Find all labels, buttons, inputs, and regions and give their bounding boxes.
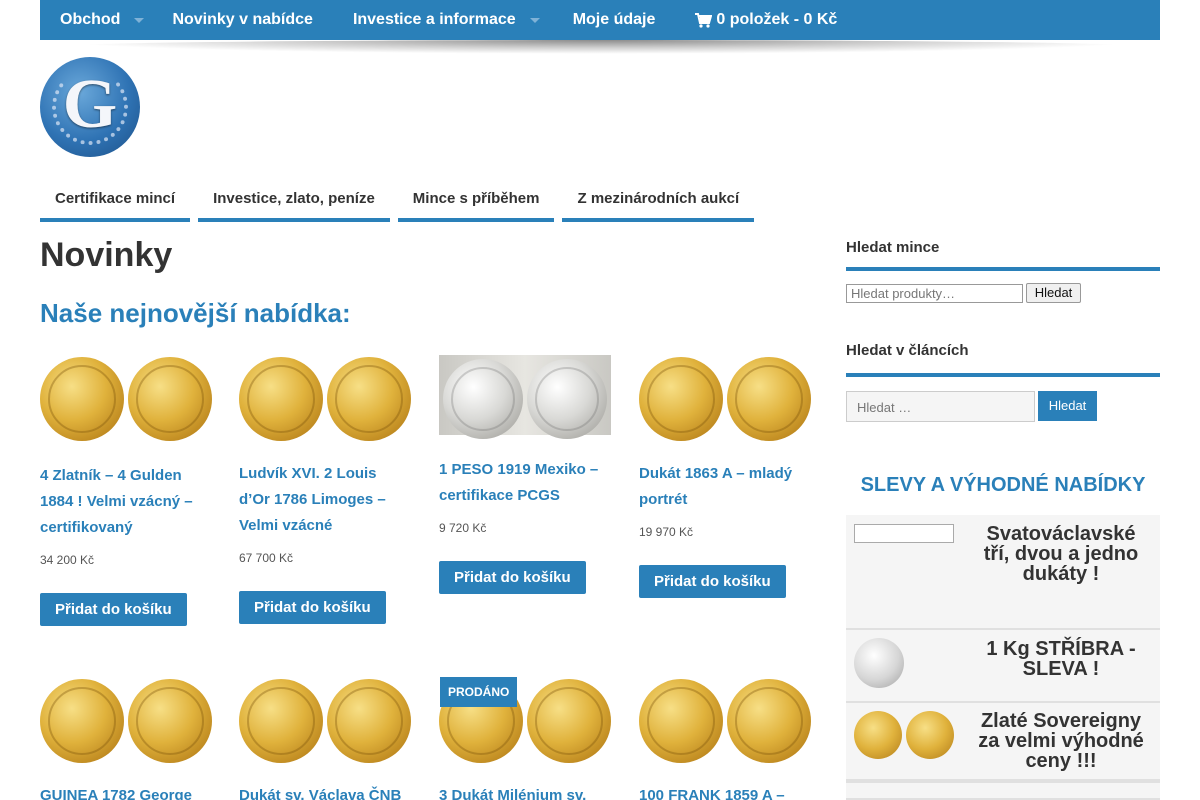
product-card: Dukát sv. Václava ČNB: [239, 677, 411, 800]
top-navigation: Obchod Novinky v nabídce Investice a inf…: [40, 0, 1160, 40]
product-price: 19 970 Kč: [639, 525, 694, 539]
product-price: 67 700 Kč: [239, 551, 294, 565]
deal-item[interactable]: Svatováclavské tří, dvou a jedno dukáty …: [846, 515, 1160, 630]
nav-item-shop[interactable]: Obchod: [60, 0, 145, 40]
product-card: Dukát 1863 A – mladý portrét 19 970 Kč P…: [639, 355, 811, 598]
coin-obverse: [239, 679, 323, 763]
product-image[interactable]: [239, 677, 411, 765]
deal-text: Zlaté Sovereigny za velmi výhodné ceny !…: [978, 710, 1144, 772]
category-navigation: Certifikace mincí Investice, zlato, pení…: [40, 180, 762, 222]
gold-sovereign-thumbnail: [854, 711, 954, 761]
product-image[interactable]: [239, 355, 411, 443]
widget-title-search-articles: Hledat v článcích: [846, 342, 969, 359]
product-name[interactable]: 100 FRANK 1859 A –: [639, 783, 811, 800]
cart-icon: [695, 12, 713, 28]
product-image[interactable]: [639, 355, 811, 443]
product-card: 1 PESO 1919 Mexiko – certifikace PCGS 9 …: [439, 355, 611, 594]
widget-divider: [846, 267, 1160, 271]
add-to-cart-button[interactable]: Přidat do košíku: [40, 593, 187, 626]
product-name[interactable]: Dukát sv. Václava ČNB: [239, 783, 411, 800]
product-name[interactable]: Dukát 1863 A – mladý portrét: [639, 461, 811, 513]
coin-reverse: [128, 357, 212, 441]
deals-title: SLEVY A VÝHODNÉ NABÍDKY: [860, 474, 1146, 496]
tab-coins-with-story[interactable]: Mince s příběhem: [397, 180, 555, 222]
article-search-button[interactable]: Hledat: [1038, 391, 1097, 421]
chevron-down-icon: [134, 17, 145, 23]
add-to-cart-button[interactable]: Přidat do košíku: [439, 561, 586, 594]
product-card: 4 Zlatník – 4 Gulden 1884 ! Velmi vzácný…: [40, 355, 212, 626]
tab-investment[interactable]: Investice, zlato, peníze: [198, 180, 390, 222]
widget-title-search-coins: Hledat mince: [846, 239, 940, 256]
nav-item-investment[interactable]: Investice a informace: [353, 0, 540, 40]
product-name[interactable]: 3 Dukát Milénium sv.: [439, 783, 611, 800]
product-image[interactable]: [40, 677, 212, 765]
coin-obverse: [639, 357, 723, 441]
product-image[interactable]: [40, 355, 212, 443]
coin-reverse: [727, 357, 811, 441]
coin-obverse: [40, 679, 124, 763]
product-name[interactable]: GUINEA 1782 George: [40, 783, 212, 800]
nav-item-my-account[interactable]: Moje údaje: [573, 0, 656, 40]
coin-reverse: [727, 679, 811, 763]
coin-reverse: [327, 357, 411, 441]
article-search-input[interactable]: Hledat …: [846, 391, 1035, 422]
coin-obverse: [239, 357, 323, 441]
coin-obverse: [40, 357, 124, 441]
coin-reverse: [327, 679, 411, 763]
coin-obverse: [639, 679, 723, 763]
site-logo[interactable]: G: [40, 57, 140, 157]
coin-obverse: [854, 711, 902, 759]
deal-text: Svatováclavské tří, dvou a jedno dukáty …: [983, 523, 1139, 585]
product-price: 34 200 Kč: [40, 553, 95, 567]
section-title: Naše nejnovější nabídka:: [40, 298, 351, 328]
deal-text: 1 Kg STŘÍBRA - SLEVA !: [986, 638, 1136, 680]
product-image[interactable]: [639, 677, 811, 765]
chevron-down-icon: [529, 17, 540, 23]
coin-reverse: [527, 359, 607, 439]
coin-obverse: [443, 359, 523, 439]
product-search-input[interactable]: Hledat produkty…: [846, 284, 1023, 303]
coin-reverse: [128, 679, 212, 763]
deal-item[interactable]: [846, 781, 1160, 800]
nav-item-news[interactable]: Novinky v nabídce: [172, 0, 313, 40]
add-to-cart-button[interactable]: Přidat do košíku: [639, 565, 786, 598]
product-name[interactable]: 1 PESO 1919 Mexiko – certifikace PCGS: [439, 457, 611, 509]
coin-reverse: [527, 679, 611, 763]
silver-coin-thumbnail: [854, 638, 904, 688]
tab-international-auctions[interactable]: Z mezinárodních aukcí: [562, 180, 755, 222]
cart-summary: 0 položek - 0 Kč: [716, 11, 838, 28]
product-name[interactable]: 4 Zlatník – 4 Gulden 1884 ! Velmi vzácný…: [40, 463, 212, 541]
product-card: GUINEA 1782 George: [40, 677, 212, 800]
broken-image-icon: [854, 524, 954, 543]
product-price: 9 720 Kč: [439, 521, 487, 535]
widget-divider: [846, 373, 1160, 377]
coin-reverse: [906, 711, 954, 759]
nav-shadow: [48, 40, 1154, 54]
product-search-button[interactable]: Hledat: [1026, 283, 1081, 303]
add-to-cart-button[interactable]: Přidat do košíku: [239, 591, 386, 624]
nav-cart[interactable]: 0 položek - 0 Kč: [695, 0, 837, 40]
product-card: 100 FRANK 1859 A –: [639, 677, 811, 800]
logo-letter: G: [62, 66, 118, 143]
deal-item[interactable]: 1 Kg STŘÍBRA - SLEVA !: [846, 630, 1160, 703]
tab-coin-certification[interactable]: Certifikace mincí: [40, 180, 191, 222]
deal-item[interactable]: Zlaté Sovereigny za velmi výhodné ceny !…: [846, 703, 1160, 781]
sold-badge: PRODÁNO: [440, 677, 518, 707]
product-card: Ludvík XVI. 2 Louis d’Or 1786 Limoges – …: [239, 355, 411, 624]
page-title: Novinky: [40, 236, 173, 274]
product-name[interactable]: Ludvík XVI. 2 Louis d’Or 1786 Limoges – …: [239, 461, 411, 539]
product-image[interactable]: [439, 355, 611, 443]
